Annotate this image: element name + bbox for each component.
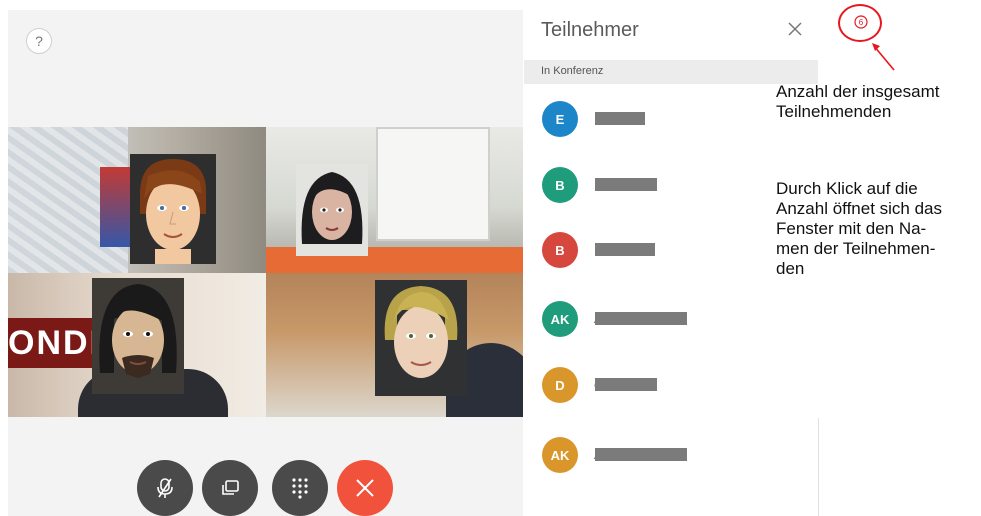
- participants-panel: Teilnehmer In Konferenz E E B L B B AK A…: [524, 0, 818, 516]
- annotation-line: Fenster mit den Na-: [776, 219, 927, 238]
- participant-name: E: [594, 110, 654, 127]
- participant-row[interactable]: E E: [524, 101, 818, 161]
- participant-name: B: [594, 241, 660, 258]
- participant-name: L: [594, 176, 666, 193]
- avatar-face-1: [130, 154, 216, 264]
- participant-row[interactable]: AK A: [524, 437, 818, 497]
- panel-header: Teilnehmer: [524, 0, 818, 60]
- close-icon: [788, 22, 802, 36]
- annotation-line: Durch Klick auf die: [776, 179, 918, 198]
- annotation-count-text: Anzahl der insgesamt Teilnehmenden: [776, 82, 981, 122]
- participant-video-1[interactable]: [8, 127, 266, 273]
- participant-avatar: B: [542, 232, 578, 268]
- participant-video-3[interactable]: ONDI: [8, 273, 266, 417]
- participant-name: A: [594, 446, 694, 463]
- participant-row[interactable]: B B: [524, 232, 818, 292]
- participant-avatar: B: [542, 167, 578, 203]
- panel-divider: [818, 418, 819, 516]
- participant-name: c: [594, 376, 662, 393]
- panel-title: Teilnehmer: [541, 19, 639, 41]
- end-call-icon: [356, 479, 374, 497]
- participant-row[interactable]: B L: [524, 167, 818, 227]
- video-grid: ONDI: [8, 127, 523, 417]
- highlight-ellipse: [838, 4, 882, 42]
- background-banner: ONDI: [8, 318, 93, 368]
- avatar-face-2: [296, 164, 368, 256]
- screen-share-icon: [222, 480, 239, 495]
- keypad-button[interactable]: [272, 460, 328, 516]
- annotation-line: men der Teilnehmen-: [776, 239, 936, 258]
- participant-row[interactable]: AK A: [524, 301, 818, 361]
- name-redaction: [595, 448, 687, 461]
- share-screen-button[interactable]: [202, 460, 258, 516]
- annotation-line: den: [776, 259, 805, 278]
- name-redaction: [595, 243, 655, 256]
- annotation-line: Anzahl der insgesamt: [776, 82, 940, 101]
- participant-video-2[interactable]: [266, 127, 523, 273]
- mute-button[interactable]: [137, 460, 193, 516]
- participant-avatar: E: [542, 101, 578, 137]
- participant-name: A: [594, 310, 694, 327]
- close-button[interactable]: [786, 20, 804, 38]
- help-button[interactable]: ?: [26, 28, 52, 54]
- annotation-line: Teilnehmenden: [776, 102, 892, 121]
- participant-avatar: D: [542, 367, 578, 403]
- mic-off-icon: [157, 478, 173, 498]
- avatar-face-4: [375, 280, 467, 396]
- annotation-line: Anzahl öffnet sich das: [776, 199, 943, 218]
- name-redaction: [595, 178, 657, 191]
- name-redaction: [595, 312, 687, 325]
- participant-avatar: AK: [542, 301, 578, 337]
- section-in-conference: In Konferenz: [524, 60, 818, 84]
- avatar-face-3: [92, 278, 184, 394]
- background-window: [376, 127, 490, 241]
- annotation-arrow: [872, 43, 895, 71]
- participant-row[interactable]: D c: [524, 367, 818, 427]
- end-call-button[interactable]: [337, 460, 393, 516]
- annotation-click-text: Durch Klick auf die Anzahl öffnet sich d…: [776, 179, 981, 279]
- dialpad-icon: [292, 478, 308, 499]
- participant-avatar: AK: [542, 437, 578, 473]
- participant-video-4[interactable]: [266, 273, 523, 417]
- question-circle-icon: ?: [35, 33, 43, 49]
- section-label: In Konferenz: [541, 65, 604, 77]
- name-redaction: [595, 378, 657, 391]
- name-redaction: [595, 112, 645, 125]
